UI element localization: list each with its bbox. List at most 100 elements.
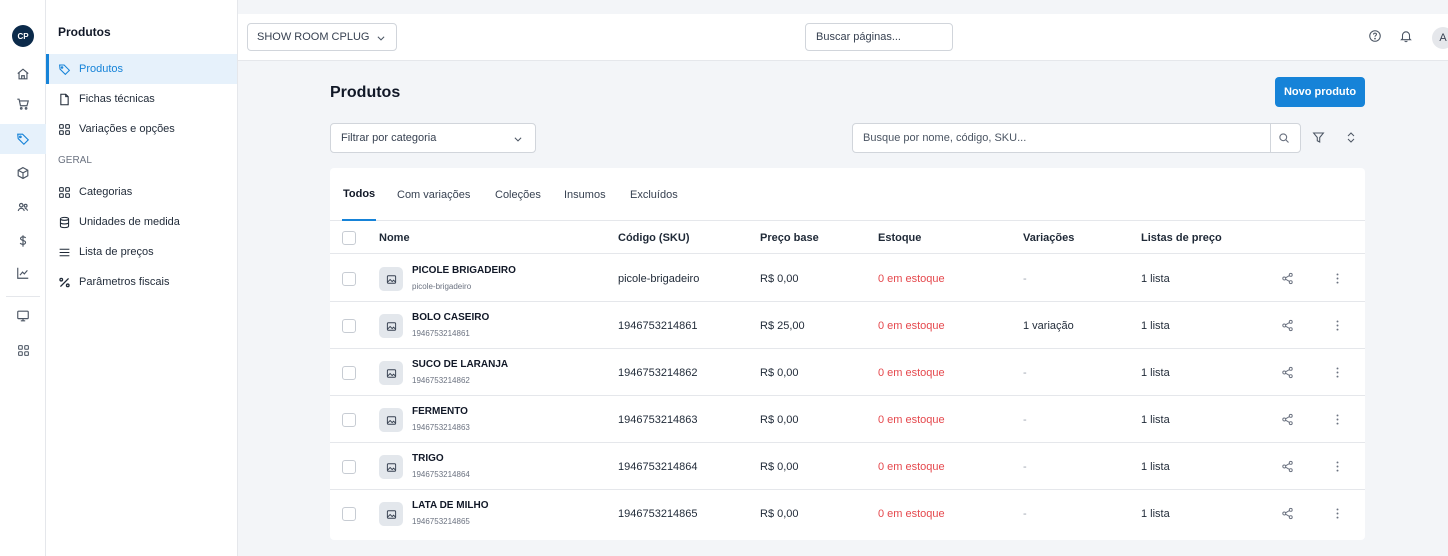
top-bar: SHOW ROOM CPLUG A bbox=[238, 14, 1448, 61]
row-checkbox[interactable] bbox=[342, 272, 356, 286]
table-row[interactable]: LATA DE MILHO 1946753214865 194675321486… bbox=[330, 490, 1365, 537]
share-icon[interactable] bbox=[1281, 272, 1294, 285]
submenu-item-label: Lista de preços bbox=[79, 246, 154, 258]
rail-finance[interactable] bbox=[0, 226, 46, 256]
column-header-estoque[interactable]: Estoque bbox=[878, 221, 921, 254]
row-checkbox[interactable] bbox=[342, 366, 356, 380]
rail-reports[interactable] bbox=[0, 258, 46, 288]
more-vertical-icon[interactable] bbox=[1331, 413, 1344, 426]
rail-customers[interactable] bbox=[0, 192, 46, 222]
row-checkbox[interactable] bbox=[342, 413, 356, 427]
product-name[interactable]: SUCO DE LARANJA bbox=[412, 359, 508, 370]
product-name[interactable]: PICOLE BRIGADEIRO bbox=[412, 265, 516, 276]
share-icon[interactable] bbox=[1281, 413, 1294, 426]
submenu-item-lista-precos[interactable]: Lista de preços bbox=[46, 237, 237, 267]
product-subtitle: 1946753214864 bbox=[412, 470, 470, 479]
table-row[interactable]: FERMENTO 1946753214863 1946753214863 R$ … bbox=[330, 396, 1365, 443]
column-header-listas[interactable]: Listas de preço bbox=[1141, 221, 1222, 254]
user-avatar[interactable]: A bbox=[1432, 27, 1448, 49]
table-row[interactable]: SUCO DE LARANJA 1946753214862 1946753214… bbox=[330, 349, 1365, 396]
store-selector[interactable]: SHOW ROOM CPLUG bbox=[247, 23, 397, 51]
table-row[interactable]: PICOLE BRIGADEIRO picole-brigadeiro pico… bbox=[330, 255, 1365, 302]
product-price: R$ 0,00 bbox=[760, 272, 799, 285]
column-header-nome[interactable]: Nome bbox=[379, 221, 410, 254]
database-icon bbox=[59, 216, 70, 228]
product-stock: 0 em estoque bbox=[878, 272, 945, 285]
share-icon[interactable] bbox=[1281, 460, 1294, 473]
product-name[interactable]: LATA DE MILHO bbox=[412, 500, 488, 511]
brand-logo[interactable]: CP bbox=[12, 25, 34, 47]
rail-inventory[interactable] bbox=[0, 158, 46, 188]
product-subtitle: 1946753214865 bbox=[412, 517, 470, 526]
product-price: R$ 0,00 bbox=[760, 413, 799, 426]
submenu-item-label: Parâmetros fiscais bbox=[79, 276, 170, 288]
new-product-button[interactable]: Novo produto bbox=[1275, 77, 1365, 107]
submenu-item-categorias[interactable]: Categorias bbox=[46, 177, 237, 207]
grid-icon bbox=[59, 186, 70, 198]
category-filter-select[interactable]: Filtrar por categoria bbox=[330, 123, 536, 153]
product-name[interactable]: FERMENTO bbox=[412, 406, 468, 417]
column-header-preco[interactable]: Preço base bbox=[760, 221, 819, 254]
more-vertical-icon[interactable] bbox=[1331, 460, 1344, 473]
rail-pos[interactable] bbox=[0, 301, 46, 331]
rail-apps[interactable] bbox=[0, 335, 46, 365]
tab-com-variacoes[interactable]: Com variações bbox=[397, 168, 470, 221]
row-checkbox[interactable] bbox=[342, 319, 356, 333]
search-divider bbox=[1270, 124, 1271, 152]
submenu-section-label: GERAL bbox=[58, 155, 92, 166]
product-subtitle: 1946753214861 bbox=[412, 329, 470, 338]
submenu-item-label: Variações e opções bbox=[79, 123, 175, 135]
dollar-icon bbox=[19, 235, 27, 247]
table-row[interactable]: BOLO CASEIRO 1946753214861 1946753214861… bbox=[330, 302, 1365, 349]
tab-excluidos[interactable]: Excluídos bbox=[630, 168, 678, 221]
submenu-item-label: Categorias bbox=[79, 186, 133, 198]
more-vertical-icon[interactable] bbox=[1331, 507, 1344, 520]
share-icon[interactable] bbox=[1281, 507, 1294, 520]
product-variations: - bbox=[1023, 413, 1027, 426]
select-all-checkbox[interactable] bbox=[342, 231, 356, 245]
table-row[interactable]: TRIGO 1946753214864 1946753214864 R$ 0,0… bbox=[330, 443, 1365, 490]
more-vertical-icon[interactable] bbox=[1331, 366, 1344, 379]
sort-icon[interactable] bbox=[1345, 131, 1357, 144]
column-header-codigo[interactable]: Código (SKU) bbox=[618, 221, 689, 254]
product-price-lists: 1 lista bbox=[1141, 413, 1170, 426]
products-submenu: Produtos Produtos Fichas técnicas Variaç… bbox=[46, 0, 238, 556]
tab-insumos[interactable]: Insumos bbox=[564, 168, 606, 221]
page-search-input[interactable] bbox=[805, 23, 953, 51]
rail-home[interactable] bbox=[0, 59, 46, 89]
row-checkbox[interactable] bbox=[342, 460, 356, 474]
rail-products[interactable] bbox=[0, 124, 46, 154]
row-checkbox[interactable] bbox=[342, 507, 356, 521]
product-variations: - bbox=[1023, 460, 1027, 473]
help-icon[interactable] bbox=[1368, 29, 1382, 43]
chart-icon bbox=[17, 267, 29, 279]
tab-colecoes[interactable]: Coleções bbox=[495, 168, 541, 221]
submenu-title: Produtos bbox=[58, 25, 111, 39]
rail-sales[interactable] bbox=[0, 89, 46, 119]
product-name[interactable]: TRIGO bbox=[412, 453, 444, 464]
product-search-input[interactable] bbox=[853, 124, 1270, 152]
product-thumbnail bbox=[379, 361, 403, 385]
cart-icon bbox=[17, 98, 29, 110]
product-price-lists: 1 lista bbox=[1141, 460, 1170, 473]
submenu-item-label: Produtos bbox=[79, 63, 124, 75]
product-stock: 0 em estoque bbox=[878, 460, 945, 473]
more-vertical-icon[interactable] bbox=[1331, 272, 1344, 285]
submenu-item-parametros[interactable]: Parâmetros fiscais bbox=[46, 267, 237, 297]
submenu-item-fichas-tecnicas[interactable]: Fichas técnicas bbox=[46, 84, 237, 114]
share-icon[interactable] bbox=[1281, 319, 1294, 332]
filter-icon[interactable] bbox=[1312, 131, 1325, 144]
share-icon[interactable] bbox=[1281, 366, 1294, 379]
product-name[interactable]: BOLO CASEIRO bbox=[412, 312, 489, 323]
tab-todos[interactable]: Todos bbox=[342, 168, 377, 221]
column-header-variacoes[interactable]: Variações bbox=[1023, 221, 1074, 254]
more-vertical-icon[interactable] bbox=[1331, 319, 1344, 332]
store-name: SHOW ROOM CPLUG bbox=[257, 31, 370, 43]
submenu-item-produtos[interactable]: Produtos bbox=[46, 54, 237, 84]
search-icon[interactable] bbox=[1278, 132, 1290, 144]
product-thumbnail bbox=[379, 267, 403, 291]
product-tabs: Todos Com variações Coleções Insumos Exc… bbox=[330, 168, 1365, 221]
bell-icon[interactable] bbox=[1399, 29, 1413, 43]
submenu-item-variacoes[interactable]: Variações e opções bbox=[46, 114, 237, 144]
submenu-item-unidades[interactable]: Unidades de medida bbox=[46, 207, 237, 237]
